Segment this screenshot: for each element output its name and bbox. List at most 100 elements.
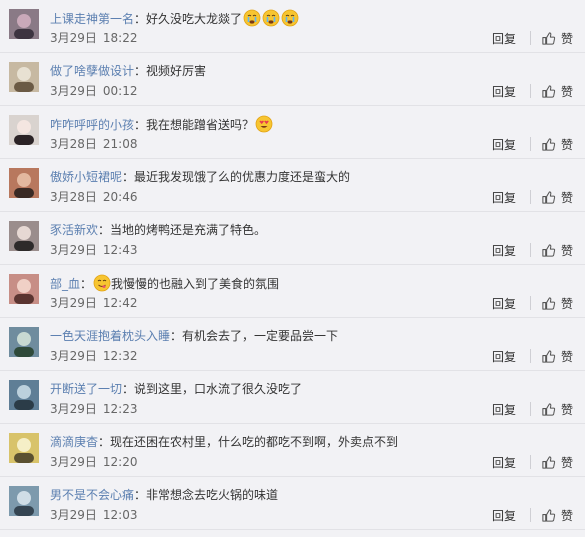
like-label: 赞: [560, 508, 573, 523]
reply-button[interactable]: 回复: [492, 30, 516, 47]
separator: ：: [122, 382, 135, 396]
comment-time: 12:23: [102, 402, 138, 416]
separator: ：: [98, 435, 111, 449]
reply-button[interactable]: 回复: [492, 83, 516, 100]
avatar[interactable]: [9, 274, 39, 304]
reply-button[interactable]: 回复: [492, 295, 516, 312]
comment-time: 12:20: [102, 455, 138, 469]
comment-line: 上课走神第一名：好久没吃大龙燚了: [50, 9, 575, 28]
divider: [529, 508, 531, 522]
reply-button[interactable]: 回复: [492, 189, 516, 206]
username-link[interactable]: 滴滴庚杳: [50, 435, 98, 449]
comment-timestamp: 3月29日 12:03: [50, 507, 138, 523]
thumbs-up-icon: [541, 137, 556, 152]
like-button[interactable]: 赞: [541, 454, 573, 471]
like-label: 赞: [560, 349, 573, 364]
comment-item: 男不是不会心痛：非常想念去吃火锅的味道 3月29日 12:03 回复 赞: [0, 477, 585, 530]
comment-text: 最近我发现饿了么的优惠力度还是蛮大的: [134, 170, 351, 184]
comment-actions: 回复 赞: [492, 189, 573, 205]
username-link[interactable]: 做了啥孽做设计: [50, 64, 134, 78]
comment-item: 做了啥孽做设计：视频好厉害 3月29日 00:12 回复 赞: [0, 53, 585, 106]
avatar[interactable]: [9, 433, 39, 463]
like-label: 赞: [560, 455, 573, 470]
comment-date: 3月29日: [50, 296, 97, 310]
thumbs-up-icon: [541, 84, 556, 99]
divider: [529, 402, 531, 416]
cry-emoji-icon: [262, 9, 280, 27]
thumbs-up-icon: [541, 455, 556, 470]
reply-button[interactable]: 回复: [492, 348, 516, 365]
comment-date: 3月28日: [50, 137, 97, 151]
separator: ：: [98, 223, 111, 237]
like-button[interactable]: 赞: [541, 401, 573, 418]
like-button[interactable]: 赞: [541, 30, 573, 47]
reply-button[interactable]: 回复: [492, 401, 516, 418]
separator: ：: [134, 118, 147, 132]
cry-emoji-icon: [281, 9, 299, 27]
comment-time: 12:42: [102, 296, 138, 310]
comment-list: 上课走神第一名：好久没吃大龙燚了 3月29日 18:22 回复赞做了啥孽做设计：视频好…: [0, 0, 585, 530]
comment-actions: 回复 赞: [492, 136, 573, 152]
avatar[interactable]: [9, 380, 39, 410]
like-label: 赞: [560, 31, 573, 46]
comment-line: 部_血： 我慢慢的也融入到了美食的氛围: [50, 274, 575, 293]
separator: ：: [122, 170, 135, 184]
thumbs-up-icon: [541, 349, 556, 364]
comment-time: 20:46: [102, 190, 138, 204]
like-button[interactable]: 赞: [541, 136, 573, 153]
like-button[interactable]: 赞: [541, 507, 573, 524]
avatar[interactable]: [9, 115, 39, 145]
divider: [529, 455, 531, 469]
reply-button[interactable]: 回复: [492, 242, 516, 259]
like-button[interactable]: 赞: [541, 295, 573, 312]
comment-date: 3月29日: [50, 243, 97, 257]
avatar[interactable]: [9, 168, 39, 198]
thumbs-up-icon: [541, 31, 556, 46]
username-link[interactable]: 上课走神第一名: [50, 12, 134, 26]
separator: ：: [134, 64, 147, 78]
like-button[interactable]: 赞: [541, 189, 573, 206]
comment-date: 3月29日: [50, 455, 97, 469]
comment-date: 3月29日: [50, 31, 97, 45]
comment-text: 视频好厉害: [146, 64, 207, 78]
comment-date: 3月29日: [50, 349, 97, 363]
divider: [529, 243, 531, 257]
comment-text: 我慢慢的也融入到了美食的氛围: [111, 277, 280, 291]
comment-timestamp: 3月29日 12:43: [50, 242, 138, 258]
comment-line: 做了啥孽做设计：视频好厉害: [50, 62, 575, 80]
thumbs-up-icon: [541, 243, 556, 258]
avatar[interactable]: [9, 62, 39, 92]
reply-button[interactable]: 回复: [492, 454, 516, 471]
comment-actions: 回复 赞: [492, 507, 573, 523]
avatar[interactable]: [9, 221, 39, 251]
comment-text: 我在想能蹭省送吗？: [146, 118, 255, 132]
like-button[interactable]: 赞: [541, 83, 573, 100]
username-link[interactable]: 咋咋呼呼的小孩: [50, 118, 134, 132]
reply-button[interactable]: 回复: [492, 507, 516, 524]
comment-text: 好久没吃大龙燚了: [146, 12, 243, 26]
like-button[interactable]: 赞: [541, 348, 573, 365]
username-link[interactable]: 傲娇小短裙呢: [50, 170, 122, 184]
username-link[interactable]: 开断送了一切: [50, 382, 122, 396]
comment-item: 一色天涯抱着枕头入睡：有机会去了，一定要品尝一下 3月29日 12:32 回复 赞: [0, 318, 585, 371]
username-link[interactable]: 豕活新欢: [50, 223, 98, 237]
avatar[interactable]: [9, 327, 39, 357]
comment-item: 傲娇小短裙呢：最近我发现饿了么的优惠力度还是蛮大的 3月28日 20:46 回复 赞: [0, 159, 585, 212]
like-label: 赞: [560, 190, 573, 205]
comment-timestamp: 3月28日 20:46: [50, 189, 138, 205]
comment-item: 上课走神第一名：好久没吃大龙燚了 3月29日 18:22 回复 赞: [0, 0, 585, 53]
reply-button[interactable]: 回复: [492, 136, 516, 153]
comment-timestamp: 3月29日 18:22: [50, 30, 138, 46]
divider: [529, 84, 531, 98]
avatar[interactable]: [9, 486, 39, 516]
comment-line: 豕活新欢：当地的烤鸭还是充满了特色。: [50, 221, 575, 239]
like-label: 赞: [560, 402, 573, 417]
avatar[interactable]: [9, 9, 39, 39]
comment-actions: 回复 赞: [492, 401, 573, 417]
username-link[interactable]: 一色天涯抱着枕头入睡: [50, 329, 170, 343]
username-link[interactable]: 部_血: [50, 277, 80, 291]
comment-timestamp: 3月29日 12:42: [50, 295, 138, 311]
comment-timestamp: 3月28日 21:08: [50, 136, 138, 152]
username-link[interactable]: 男不是不会心痛: [50, 488, 134, 502]
like-button[interactable]: 赞: [541, 242, 573, 259]
